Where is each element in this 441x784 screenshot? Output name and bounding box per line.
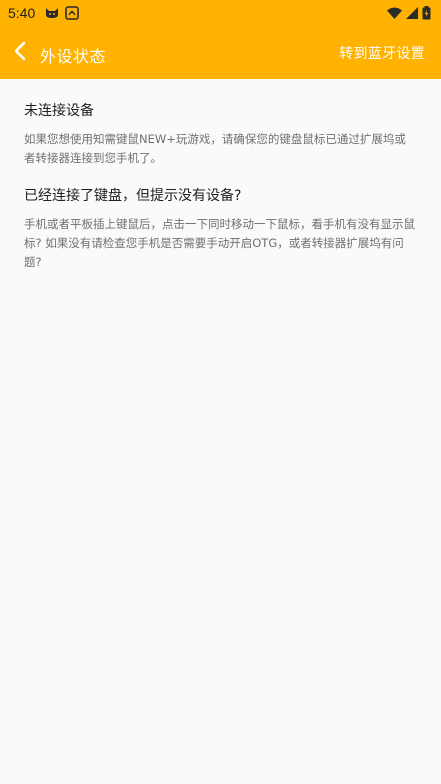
content: 未连接设备 如果您想使用知需键鼠NEW+玩游戏，请确保您的键盘鼠标已通过扩展坞或… bbox=[24, 101, 416, 272]
status-bar: 5:40 bbox=[0, 0, 441, 26]
back-button[interactable] bbox=[0, 26, 40, 79]
app-notification-icon bbox=[65, 6, 80, 20]
bluetooth-settings-button[interactable]: 转到蓝牙设置 bbox=[339, 43, 425, 63]
section-body: 手机或者平板插上键鼠后，点击一下同时移动一下鼠标，看手机有没有显示鼠标? 如果没… bbox=[24, 217, 415, 269]
cat-notification-icon bbox=[45, 7, 59, 19]
status-right bbox=[387, 6, 431, 20]
wifi-icon bbox=[387, 7, 402, 19]
status-time: 5:40 bbox=[8, 5, 36, 21]
status-left: 5:40 bbox=[8, 5, 80, 21]
app-bar: 外设状态 转到蓝牙设置 bbox=[0, 26, 441, 79]
chevron-left-icon bbox=[13, 41, 27, 65]
section-title: 未连接设备 bbox=[24, 103, 94, 119]
section-keyboard-not-detected: 已经连接了键盘，但提示没有设备? 手机或者平板插上键鼠后，点击一下同时移动一下鼠… bbox=[24, 186, 416, 272]
page-title: 外设状态 bbox=[40, 47, 107, 66]
battery-charging-icon bbox=[422, 6, 431, 20]
section-no-device: 未连接设备 如果您想使用知需键鼠NEW+玩游戏，请确保您的键盘鼠标已通过扩展坞或… bbox=[24, 101, 416, 168]
section-title: 已经连接了键盘，但提示没有设备? bbox=[24, 188, 242, 204]
section-body: 如果您想使用知需键鼠NEW+玩游戏，请确保您的键盘鼠标已通过扩展坞或者转接器连接… bbox=[24, 132, 406, 165]
cellular-signal-icon bbox=[406, 7, 418, 19]
